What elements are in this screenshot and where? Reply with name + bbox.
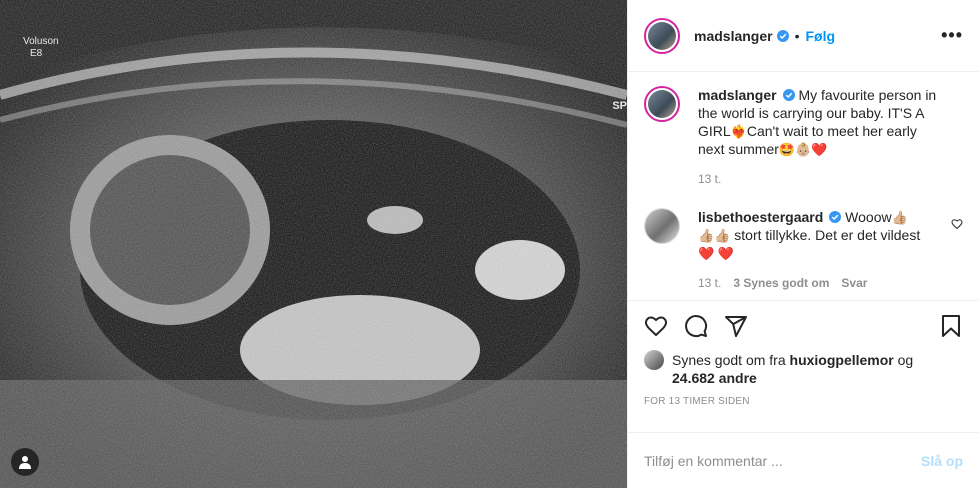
comment-text: lisbethoestergaard Wooow👍🏼 👍🏼👍🏼 stort ti… — [698, 208, 963, 262]
comment-time[interactable]: 13 t. — [698, 276, 721, 290]
follow-button[interactable]: Følg — [806, 28, 836, 44]
tagged-users-button[interactable] — [11, 448, 39, 476]
comment-body-2: stort tillykke. Det er det vildest — [734, 227, 921, 243]
caption-username[interactable]: madslanger — [698, 87, 777, 103]
comment-heart-emojis: ❤️ ❤️ — [698, 246, 734, 261]
liker-username[interactable]: huxiogpellemor — [790, 352, 894, 368]
thumbs-up-emojis: 👍🏼👍🏼 — [698, 228, 731, 243]
heart-fire-emoji: ❤️‍🔥 — [730, 124, 747, 139]
verified-badge-icon — [829, 211, 842, 223]
post-sidebar: madslanger • Følg ••• madslanger My favo… — [627, 0, 979, 488]
verified-badge-icon — [782, 89, 795, 101]
comment-item: lisbethoestergaard Wooow👍🏼 👍🏼👍🏼 stort ti… — [644, 208, 963, 290]
verified-badge-icon — [776, 29, 789, 42]
share-icon[interactable] — [724, 314, 748, 338]
comment-meta: 13 t. 3 Synes godt om Svar — [698, 276, 963, 290]
post-actions: Synes godt om fra huxiogpellemor og 24.6… — [628, 300, 979, 432]
caption-text: madslanger My favourite person in the wo… — [698, 86, 963, 158]
comment-body-1: Wooow — [845, 209, 892, 225]
scan-label-line1: Voluson — [23, 36, 59, 47]
scan-label-line2: E8 — [30, 48, 43, 59]
caption: madslanger My favourite person in the wo… — [644, 86, 963, 186]
likes-prefix: Synes godt om fra — [672, 352, 786, 368]
caption-end-emojis: 🤩👶🏼❤️ — [778, 142, 828, 157]
post-header: madslanger • Følg ••• — [628, 0, 979, 72]
likes-summary: Synes godt om fra huxiogpellemor og 24.6… — [644, 350, 963, 387]
post-comment-button[interactable]: Slå op — [921, 453, 963, 469]
bookmark-icon[interactable] — [939, 314, 963, 338]
author-username[interactable]: madslanger — [694, 28, 773, 44]
like-comment-heart-icon[interactable] — [951, 218, 963, 230]
person-icon — [19, 456, 31, 469]
add-comment-bar: Tilføj en kommentar ... Slå op — [628, 432, 979, 488]
thumbs-up-emoji: 👍🏼 — [891, 210, 908, 225]
likes-count[interactable]: 24.682 andre — [672, 370, 757, 386]
post-image[interactable]: Voluson E8 SP — [0, 0, 627, 488]
likes-and: og — [897, 352, 914, 368]
comments-section: madslanger My favourite person in the wo… — [628, 72, 979, 300]
heart-icon[interactable] — [644, 314, 668, 338]
post-timestamp[interactable]: FOR 13 TIMER SIDEN — [644, 396, 963, 407]
separator-dot: • — [794, 27, 800, 44]
comment-icon[interactable] — [684, 314, 708, 338]
instagram-post: Voluson E8 SP madslanger • Følg ••• mads… — [0, 0, 979, 488]
commenter-username[interactable]: lisbethoestergaard — [698, 209, 823, 225]
ultrasound-scan-image — [0, 0, 627, 488]
reply-button[interactable]: Svar — [841, 276, 867, 290]
commenter-avatar[interactable] — [644, 208, 680, 244]
comment-input[interactable]: Tilføj en kommentar ... — [644, 453, 783, 469]
caption-meta: 13 t. — [698, 172, 963, 186]
more-options-icon[interactable]: ••• — [941, 25, 963, 46]
comment-likes[interactable]: 3 Synes godt om — [733, 276, 829, 290]
author-avatar[interactable] — [644, 17, 680, 54]
scan-label-right: SP — [612, 100, 627, 112]
caption-time[interactable]: 13 t. — [698, 172, 721, 186]
scan-label-machine: Voluson E8 — [23, 36, 59, 60]
caption-avatar[interactable] — [644, 86, 680, 122]
action-icons — [644, 311, 963, 341]
liker-avatar[interactable] — [644, 350, 664, 370]
